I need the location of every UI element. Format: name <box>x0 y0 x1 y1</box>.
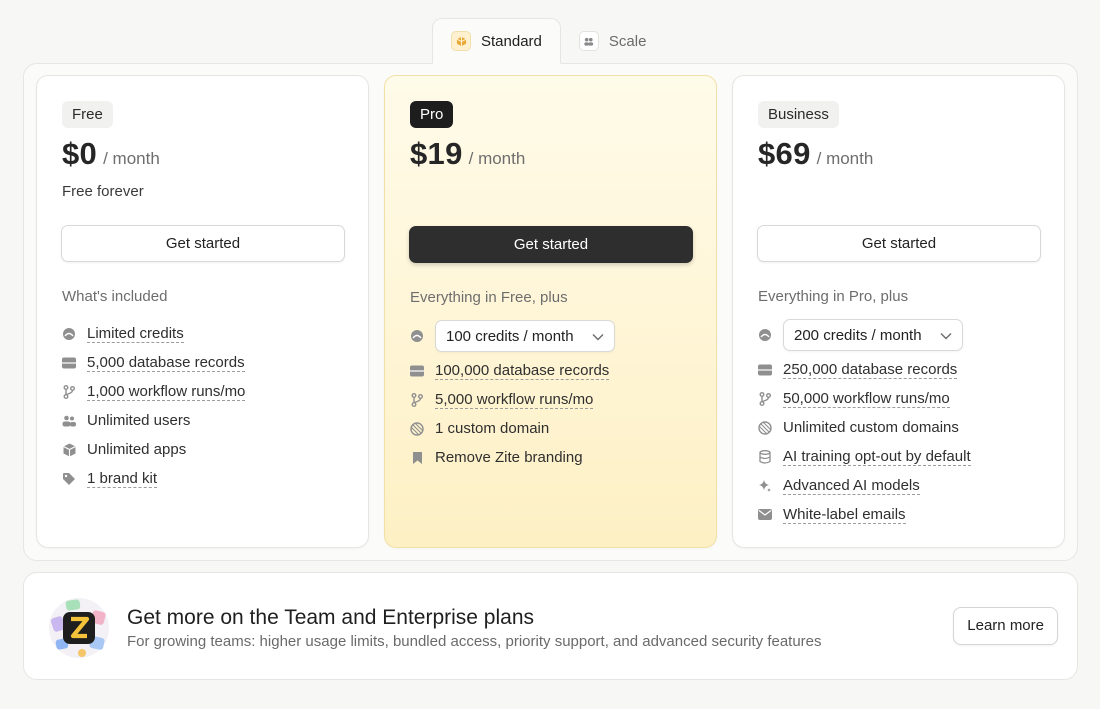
users-icon <box>62 414 76 428</box>
plan-badge: Business <box>758 101 839 128</box>
chevron-down-icon <box>592 328 604 345</box>
price-amount: $19 <box>410 136 463 171</box>
feature-item: 1 custom domain <box>410 414 700 443</box>
features-heading: Everything in Pro, plus <box>758 288 909 305</box>
plan-price: $69 / month <box>758 136 873 172</box>
tab-standard-label: Standard <box>481 32 542 50</box>
globe-icon <box>410 421 424 436</box>
database-icon <box>758 363 772 377</box>
feature-item: 1 brand kit <box>62 464 352 493</box>
plan-price: $19 / month <box>410 136 525 172</box>
feature-item: 100,000 database records <box>410 356 700 385</box>
feature-item: 200 credits / month <box>758 317 1048 353</box>
credits-icon <box>62 327 76 341</box>
workflow-icon <box>758 391 772 406</box>
learn-more-button[interactable]: Learn more <box>953 607 1058 645</box>
price-period: / month <box>468 149 526 168</box>
workflow-icon <box>410 392 424 407</box>
credits-select[interactable]: 200 credits / month <box>783 319 963 351</box>
features-heading: Everything in Free, plus <box>410 289 568 306</box>
feature-text: Unlimited users <box>87 412 191 429</box>
get-started-button[interactable]: Get started <box>409 226 693 263</box>
feature-item: Unlimited users <box>62 406 352 435</box>
feature-text[interactable]: 250,000 database records <box>783 361 958 379</box>
price-amount: $0 <box>62 136 98 171</box>
feature-item: Remove Zite branding <box>410 443 700 472</box>
feature-text: Unlimited custom domains <box>783 419 959 436</box>
feature-item: 1,000 workflow runs/mo <box>62 377 352 406</box>
credits-icon <box>410 329 424 343</box>
zite-logo-icon <box>46 595 112 661</box>
plan-card-pro: Pro $19 / month Get started Everything i… <box>384 75 717 548</box>
plan-card-free: Free $0 / month Free forever Get started… <box>36 75 369 548</box>
workflow-icon <box>62 384 76 399</box>
tab-scale[interactable]: Scale <box>561 18 665 64</box>
price-period: / month <box>816 149 874 168</box>
feature-item: Advanced AI models <box>758 471 1048 500</box>
feature-item: 100 credits / month <box>410 318 700 354</box>
feature-text[interactable]: AI training opt-out by default <box>783 448 971 466</box>
feature-text[interactable]: 5,000 database records <box>87 354 245 372</box>
feature-text: Unlimited apps <box>87 441 187 458</box>
feature-item: White-label emails <box>758 500 1048 529</box>
banner-title: Get more on the Team and Enterprise plan… <box>127 606 535 629</box>
brand-kit-icon <box>62 472 76 486</box>
feature-text[interactable]: 5,000 workflow runs/mo <box>435 391 594 409</box>
feature-text: Remove Zite branding <box>435 449 583 466</box>
database-icon <box>62 356 76 370</box>
feature-item: 5,000 workflow runs/mo <box>410 385 700 414</box>
credits-icon <box>758 328 772 342</box>
feature-list: 200 credits / month 250,000 database rec… <box>758 317 1048 529</box>
feature-text[interactable]: White-label emails <box>783 506 906 524</box>
price-amount: $69 <box>758 136 811 171</box>
credits-select-value: 100 credits / month <box>446 327 574 345</box>
stack-icon <box>758 449 772 464</box>
feature-text[interactable]: Limited credits <box>87 325 184 343</box>
price-period: / month <box>103 149 160 168</box>
plan-badge: Pro <box>410 101 454 128</box>
feature-item: 250,000 database records <box>758 355 1048 384</box>
feature-item: AI training opt-out by default <box>758 442 1048 471</box>
feature-item: 50,000 workflow runs/mo <box>758 384 1048 413</box>
feature-text: 1 custom domain <box>435 420 550 437</box>
database-icon <box>410 364 424 378</box>
plan-tabs: Standard Scale <box>432 18 664 64</box>
bookmark-icon <box>410 451 424 465</box>
sparkle-icon <box>758 479 772 493</box>
tab-scale-label: Scale <box>608 32 647 50</box>
get-started-button[interactable]: Get started <box>61 225 345 262</box>
users-icon <box>578 31 599 51</box>
enterprise-banner: Get more on the Team and Enterprise plan… <box>23 572 1078 680</box>
feature-text[interactable]: 1 brand kit <box>87 470 158 488</box>
plan-price: $0 / month <box>62 136 160 172</box>
feature-item: Unlimited apps <box>62 435 352 464</box>
plan-subtitle: Free forever <box>62 183 144 200</box>
plan-badge: Free <box>62 101 113 128</box>
features-heading: What's included <box>62 288 168 305</box>
chevron-down-icon <box>940 327 952 344</box>
banner-subtitle: For growing teams: higher usage limits, … <box>127 633 822 650</box>
mail-icon <box>758 508 772 522</box>
feature-list: 100 credits / month 100,000 database rec… <box>410 318 700 472</box>
get-started-button[interactable]: Get started <box>757 225 1041 262</box>
feature-text[interactable]: 50,000 workflow runs/mo <box>783 390 950 408</box>
feature-item: Limited credits <box>62 319 352 348</box>
credits-select-value: 200 credits / month <box>794 326 922 344</box>
feature-text[interactable]: 100,000 database records <box>435 362 610 380</box>
box-icon <box>451 31 471 51</box>
feature-list: Limited credits 5,000 database records 1… <box>62 319 352 493</box>
feature-item: 5,000 database records <box>62 348 352 377</box>
feature-text[interactable]: Advanced AI models <box>783 477 920 495</box>
credits-select[interactable]: 100 credits / month <box>435 320 615 352</box>
tab-standard[interactable]: Standard <box>432 18 561 64</box>
globe-icon <box>758 420 772 435</box>
feature-item: Unlimited custom domains <box>758 413 1048 442</box>
feature-text[interactable]: 1,000 workflow runs/mo <box>87 383 246 401</box>
plan-card-business: Business $69 / month Get started Everyth… <box>732 75 1065 548</box>
cube-icon <box>62 443 76 457</box>
